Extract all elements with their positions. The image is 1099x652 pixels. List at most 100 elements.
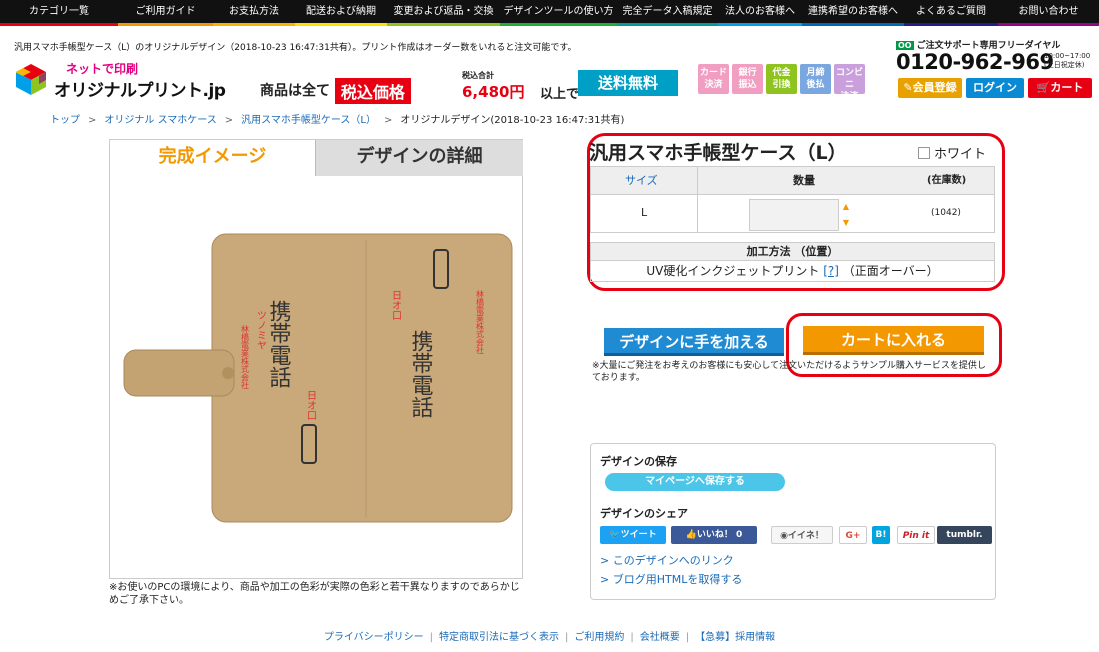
nav-faq[interactable]: よくあるご質問 — [904, 0, 998, 26]
white-checkbox[interactable] — [918, 146, 930, 159]
save-mypage-button[interactable]: マイページへ保存する — [605, 473, 785, 491]
footer-company-link[interactable]: 会社概要 — [640, 632, 680, 643]
case-text-code-2: 日オ口 — [390, 290, 401, 320]
nav-color-bar — [213, 23, 295, 26]
col-size-header: サイズ — [625, 174, 658, 187]
process-help-link[interactable]: [?] — [823, 264, 839, 278]
nav-color-bar — [387, 23, 500, 26]
footer-privacy-link[interactable]: プライバシーポリシー — [324, 632, 424, 643]
save-title: デザインの保存 — [600, 455, 677, 468]
nav-partnership[interactable]: 連携希望のお客様へ — [802, 0, 904, 26]
nav-label: カテゴリ一覧 — [29, 6, 89, 17]
payment-label: 月締 後払 — [806, 68, 825, 90]
share-title: デザインのシェア — [600, 507, 688, 520]
stepper-down-icon[interactable]: ▼ — [839, 215, 853, 231]
stepper-up-icon[interactable]: ▲ — [839, 199, 853, 215]
support-hours-time: 10:00~17:00 — [1044, 52, 1091, 60]
promo-price: 6,480円 — [462, 83, 525, 101]
mixi-iine-button[interactable]: ◉イイネ！ — [771, 526, 833, 544]
blog-html-link[interactable]: > ブログ用HTMLを取得する — [600, 571, 742, 587]
tumblr-button[interactable]: tumblr. — [937, 526, 992, 544]
process-body: UV硬化インクジェットプリント [?] （正面オーバー） — [591, 261, 994, 281]
design-link[interactable]: > このデザインへのリンク — [600, 552, 734, 568]
nav-returns[interactable]: 変更および返品・交換 — [387, 0, 500, 26]
nav-color-bar — [118, 23, 213, 26]
payment-convenience-badge: コンビニ 決済 — [834, 64, 865, 102]
nav-label: 配送および納期 — [306, 6, 376, 17]
nav-color-bar — [0, 23, 118, 26]
nav-color-bar — [718, 23, 802, 26]
color-disclaimer: ※お使いのPCの環境により、商品や加工の色彩が実際の色彩と若干異なりますのであら… — [109, 582, 520, 606]
google-plus-button[interactable]: G+ — [839, 526, 867, 544]
nav-label: お支払方法 — [229, 6, 279, 17]
payment-card-badge: カード 決済 — [698, 64, 729, 94]
hatena-button[interactable]: B! — [872, 526, 890, 544]
footer-recruit-link[interactable]: 【急募】採用情報 — [695, 632, 775, 643]
breadcrumb-smartphone-case[interactable]: オリジナル スマホケース — [104, 115, 216, 126]
nav-guide[interactable]: ご利用ガイド — [118, 0, 213, 26]
footer-terms-link[interactable]: ご利用規約 — [574, 632, 624, 643]
payment-monthly-badge: 月締 後払 — [800, 64, 831, 94]
pen-icon: ✎ — [903, 81, 913, 94]
nav-color-bar — [802, 23, 904, 26]
nav-label: よくあるご質問 — [916, 6, 986, 17]
nav-categories[interactable]: カテゴリ一覧 — [0, 0, 118, 26]
white-option[interactable]: ホワイト — [918, 143, 986, 162]
breadcrumb-top[interactable]: トップ — [50, 115, 80, 126]
process-text: UV硬化インクジェットプリント — [646, 264, 820, 278]
nav-color-bar — [500, 23, 617, 26]
footer-links: プライバシーポリシー | 特定商取引法に基づく表示 | ご利用規約 | 会社概要 | 【急募】採… — [323, 632, 776, 643]
quantity-input[interactable] — [749, 199, 839, 231]
footer-legal-link[interactable]: 特定商取引法に基づく表示 — [439, 632, 559, 643]
payment-label: 銀行 振込 — [738, 68, 757, 90]
pinterest-button[interactable]: Pin it — [897, 526, 935, 544]
tweet-button[interactable]: 🐦ツイート — [600, 526, 666, 544]
nav-data-rules[interactable]: 完全データ入稿規定 — [617, 0, 718, 26]
free-shipping-badge: 送料無料 — [578, 70, 678, 96]
quantity-stepper[interactable]: ▲ ▼ — [839, 199, 853, 231]
header-cart-button[interactable]: 🛒カート — [1028, 78, 1092, 98]
nav-label: デザインツールの使い方 — [503, 6, 614, 17]
page-description: 汎用スマホ手帳型ケース（L）のオリジナルデザイン（2018-10-23 16:4… — [14, 43, 577, 53]
nav-design-tool[interactable]: デザインツールの使い方 — [500, 0, 617, 26]
support-phone[interactable]: 0120-962-969 — [896, 50, 1054, 74]
process-header: 加工方法 （位置） — [591, 243, 994, 261]
breadcrumb-notebook-case[interactable]: 汎用スマホ手帳型ケース（L） — [241, 115, 376, 126]
nav-color-bar — [998, 23, 1099, 26]
col-stock-header: (在庫数) — [927, 175, 967, 186]
tax-included-badge: 税込価格 — [334, 78, 411, 104]
process-method: 加工方法 （位置） UV硬化インクジェットプリント [?] （正面オーバー） — [590, 242, 995, 282]
logo-name: オリジナルプリント.jp — [54, 81, 226, 101]
support-hours: 10:00~17:00 (土日祝定休) — [1044, 52, 1090, 70]
cart-label: カート — [1050, 81, 1084, 94]
nav-payment[interactable]: お支払方法 — [213, 0, 295, 26]
size-quantity-table: サイズ 数量 (在庫数) L ▲ ▼ (1042) — [590, 166, 995, 233]
site-logo[interactable]: ネットで印刷 オリジナルプリント.jp — [14, 58, 244, 101]
stock-count: (1042) — [931, 208, 961, 218]
payment-methods: カード 決済 銀行 振込 代金 引換 月締 後払 コンビニ 決済 — [698, 64, 865, 102]
size-value: L — [641, 206, 648, 219]
nav-corporate[interactable]: 法人のお客様へ — [718, 0, 802, 26]
nav-label: 完全データ入稿規定 — [622, 6, 713, 17]
nav-color-bar — [295, 23, 387, 26]
facebook-like-button[interactable]: 👍いいね！ 0 — [671, 526, 757, 544]
nav-contact[interactable]: お問い合わせ — [998, 0, 1099, 26]
edit-design-button[interactable]: デザインに手を加える — [604, 328, 784, 356]
white-option-label: ホワイト — [934, 147, 987, 162]
iine-label: イイネ！ — [787, 531, 824, 541]
payment-cod-badge: 代金 引換 — [766, 64, 797, 94]
tab-design-detail[interactable]: デザインの詳細 — [315, 140, 523, 176]
nav-shipping[interactable]: 配送および納期 — [295, 0, 387, 26]
thumbs-up-icon: 👍 — [685, 530, 697, 540]
like-label: いいね！ 0 — [696, 530, 743, 540]
nav-label: 変更および返品・交換 — [393, 6, 494, 17]
member-register-button[interactable]: ✎会員登録 — [898, 78, 962, 98]
support-info: OO ご注文サポート専用フリーダイヤル 0120-962-969 10:00~17… — [896, 38, 1096, 74]
tab-complete-image[interactable]: 完成イメージ — [110, 140, 315, 176]
logo-tagline: ネットで印刷 — [66, 62, 139, 76]
mixi-icon: ◉ — [780, 531, 788, 541]
add-to-cart-button[interactable]: カートに入れる — [803, 326, 984, 355]
tax-promo: 商品は全て 税込価格 — [260, 78, 411, 104]
cart-icon: 🛒 — [1036, 81, 1051, 94]
login-button[interactable]: ログイン — [966, 78, 1024, 98]
